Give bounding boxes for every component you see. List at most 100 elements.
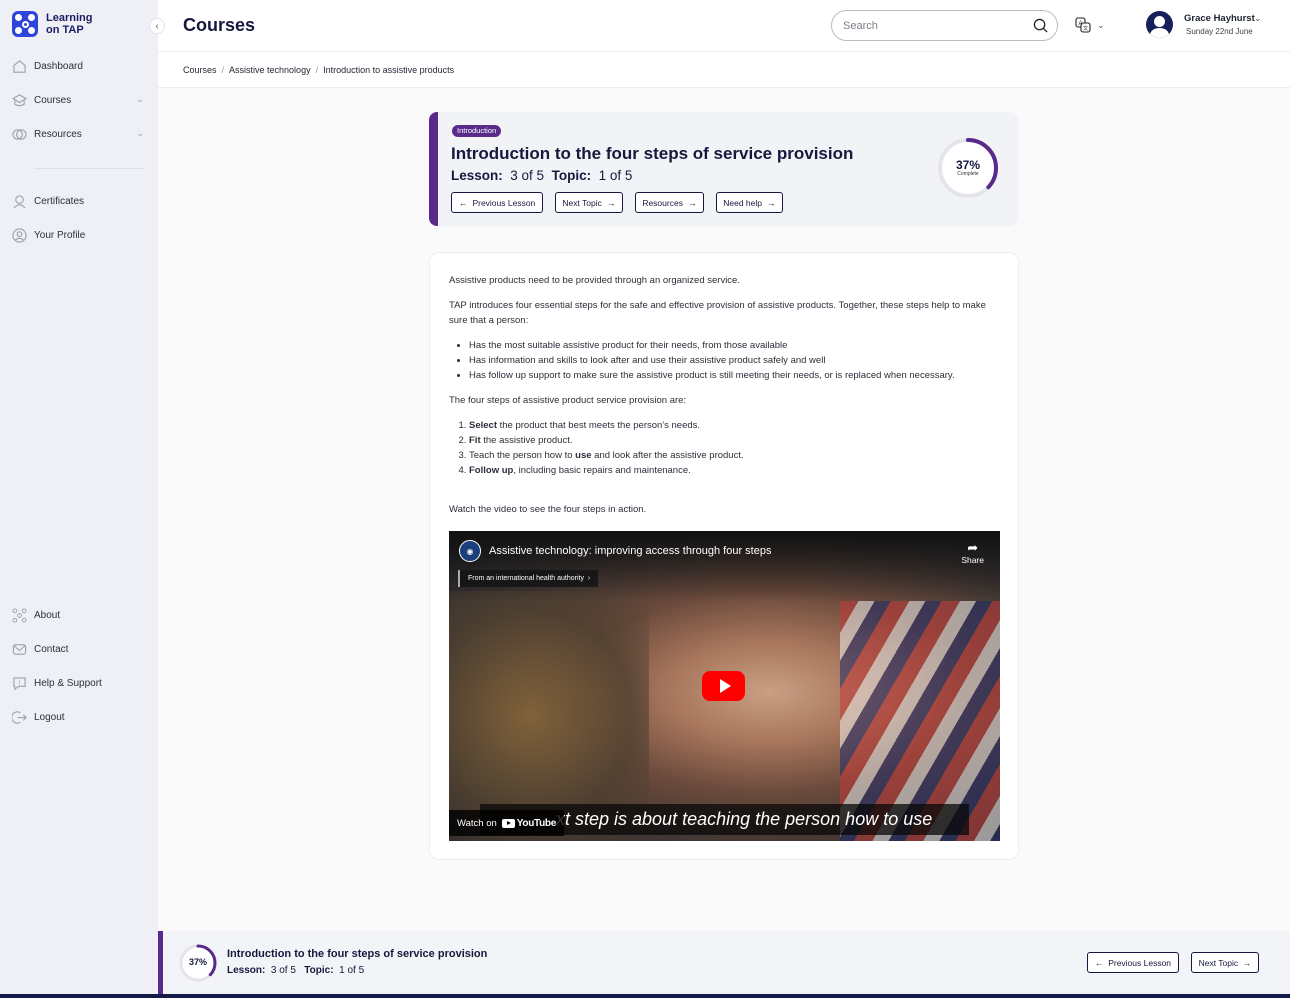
list-item: Select the product that best meets the p…	[469, 418, 1004, 433]
sidebar-item-label: Logout	[34, 711, 65, 723]
search-input[interactable]	[843, 19, 1023, 32]
chevron-down-icon[interactable]: ⌄	[136, 94, 144, 105]
steps-list: Select the product that best meets the p…	[469, 418, 1004, 478]
resources-icon	[12, 127, 27, 142]
sidebar-item-label: Contact	[34, 643, 69, 655]
paragraph: Assistive products need to be provided t…	[449, 275, 740, 286]
arrow-right-icon: →	[606, 197, 616, 208]
next-topic-button[interactable]: Next Topic →	[555, 192, 623, 213]
footer-bottom-line	[0, 994, 1290, 998]
footer-previous-lesson-button[interactable]: ← Previous Lesson	[1087, 952, 1179, 973]
chevron-down-icon: ⌄	[1097, 19, 1105, 30]
channel-logo-icon[interactable]: ◉	[459, 540, 481, 562]
arrow-right-icon: →	[1242, 957, 1252, 968]
need-help-button[interactable]: Need help →	[716, 192, 783, 213]
authority-label[interactable]: From an international health authority ›	[458, 570, 599, 587]
bullet-list: Has the most suitable assistive product …	[469, 338, 1004, 383]
list-item: Has follow up support to make sure the a…	[469, 368, 1004, 383]
user-menu[interactable]: Grace Hayhurst Sunday 22nd June ⌄	[1146, 11, 1262, 38]
video-player[interactable]: ◉ Assistive technology: improving access…	[449, 531, 1000, 841]
sidebar-item-your-profile[interactable]: Your Profile	[12, 225, 146, 245]
dashboard-icon	[12, 59, 27, 74]
page-title: Courses	[183, 15, 256, 35]
contact-icon	[12, 642, 27, 657]
svg-text:文: 文	[1083, 25, 1088, 32]
progress-percent: 37%	[955, 158, 981, 172]
lesson-body: Assistive products need to be provided t…	[449, 273, 1004, 527]
sidebar-item-resources[interactable]: Resources ⌄	[12, 124, 146, 144]
sidebar-item-label: Resources	[34, 128, 82, 140]
breadcrumb-item-current: Introduction to assistive products	[323, 64, 455, 75]
footer-lesson-title: Introduction to the four steps of servic…	[227, 948, 488, 960]
footer-next-topic-button[interactable]: Next Topic →	[1191, 952, 1259, 973]
breadcrumb-separator: /	[221, 64, 225, 75]
certificate-icon	[12, 194, 27, 209]
play-button[interactable]	[702, 671, 745, 701]
logo-mark-icon	[12, 11, 38, 37]
progress-ring-text: 37% Complete	[936, 159, 1000, 177]
chevron-down-icon: ⌄	[1254, 13, 1262, 23]
profile-icon	[12, 227, 27, 243]
paragraph: Watch the video to see the four steps in…	[449, 504, 647, 515]
list-item: Fit the assistive product.	[469, 433, 1004, 448]
about-icon	[12, 607, 27, 623]
language-selector[interactable]: A文 ⌄	[1075, 17, 1105, 33]
search-icon[interactable]	[1033, 18, 1048, 33]
youtube-logo-icon: YouTube	[501, 818, 556, 829]
sidebar-item-certificates[interactable]: Certificates	[12, 191, 146, 211]
resources-button[interactable]: Resources →	[635, 192, 704, 213]
svg-text:A: A	[1078, 21, 1082, 27]
avatar	[1146, 11, 1173, 38]
sidebar-item-label: Your Profile	[34, 229, 86, 241]
footer-progress-bar: 37% Introduction to the four steps of se…	[158, 931, 1290, 998]
search-box[interactable]	[831, 10, 1058, 41]
sidebar-item-about[interactable]: About	[12, 605, 146, 625]
sidebar-item-label: Dashboard	[34, 60, 83, 72]
breadcrumb-item-assistive-technology[interactable]: Assistive technology	[229, 65, 311, 75]
sidebar-item-help-support[interactable]: ! Help & Support	[12, 673, 146, 693]
video-title[interactable]: Assistive technology: improving access t…	[489, 545, 771, 557]
breadcrumb-separator: /	[315, 64, 319, 75]
paragraph: TAP introduces four essential steps for …	[449, 300, 986, 326]
progress-sub-label: Complete	[957, 171, 979, 177]
sidebar-item-courses[interactable]: Courses ⌄	[12, 90, 146, 110]
lesson-header-card: Introduction Introduction to the four st…	[429, 112, 1018, 226]
lesson-title: Introduction to the four steps of servic…	[451, 144, 854, 163]
breadcrumb: Courses / Assistive technology / Introdu…	[158, 52, 1290, 88]
previous-lesson-button[interactable]: ← Previous Lesson	[451, 192, 543, 213]
sidebar-item-label: Courses	[34, 94, 72, 106]
sidebar: Learning on TAP Dashboard Courses ⌄ Reso…	[0, 0, 158, 998]
footer-progress-percent: 37%	[188, 957, 207, 967]
watch-on-youtube-button[interactable]: Watch on YouTube	[449, 810, 564, 836]
lesson-badge: Introduction	[452, 125, 502, 137]
sidebar-item-label: Certificates	[34, 195, 85, 207]
list-item: Has the most suitable assistive product …	[469, 338, 1004, 353]
logo[interactable]: Learning on TAP	[12, 11, 92, 37]
share-icon: ➦	[967, 540, 979, 555]
chevron-down-icon[interactable]: ⌄	[136, 128, 144, 139]
arrow-left-icon: ←	[1094, 957, 1104, 968]
list-item: Follow up, including basic repairs and m…	[469, 463, 1004, 478]
footer-lesson-meta: Lesson: 3 of 5 Topic: 1 of 5	[227, 965, 365, 976]
lesson-content-card: Assistive products need to be provided t…	[429, 252, 1019, 860]
help-icon: !	[12, 676, 27, 691]
courses-icon	[12, 93, 27, 108]
chevron-left-icon[interactable]: ‹	[149, 18, 165, 34]
translate-icon: A文	[1075, 17, 1091, 33]
share-button[interactable]: ➦ Share	[961, 540, 984, 566]
list-item: Has information and skills to look after…	[469, 353, 1004, 368]
main-content: Introduction Introduction to the four st…	[158, 88, 1290, 931]
sidebar-item-contact[interactable]: Contact	[12, 639, 146, 659]
logo-text: Learning on TAP	[46, 12, 93, 36]
sidebar-item-label: Help & Support	[34, 677, 102, 689]
breadcrumb-item-courses[interactable]: Courses	[183, 65, 217, 75]
play-icon	[719, 679, 731, 693]
sidebar-item-label: About	[34, 609, 61, 621]
sidebar-divider	[34, 168, 144, 169]
user-date: Sunday 22nd June	[1186, 27, 1253, 36]
sidebar-item-logout[interactable]: Logout	[12, 707, 146, 727]
lesson-meta: Lesson: 3 of 5 Topic: 1 of 5	[451, 168, 633, 183]
top-header: Courses A文 ⌄ Grace Hayhurst Sunday 22nd …	[158, 0, 1290, 52]
list-item: Teach the person how to use and look aft…	[469, 448, 1004, 463]
sidebar-item-dashboard[interactable]: Dashboard	[12, 56, 146, 76]
